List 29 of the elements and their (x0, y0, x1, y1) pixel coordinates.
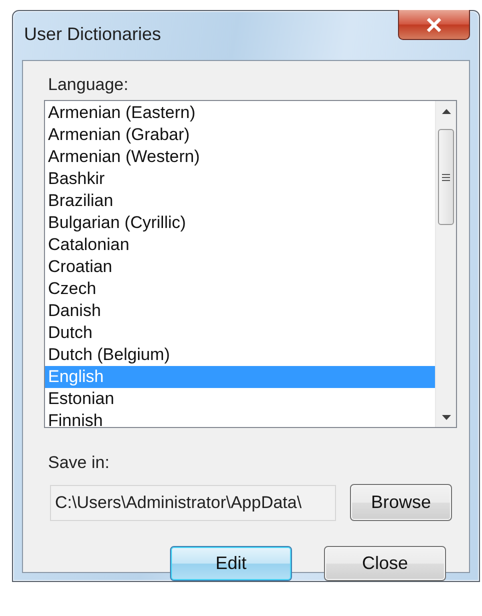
scrollbar[interactable] (435, 101, 456, 427)
browse-button[interactable]: Browse (350, 484, 452, 521)
grip-icon (442, 174, 450, 180)
language-item[interactable]: Finnish (45, 410, 435, 427)
dialog-button[interactable]: Edit (170, 546, 292, 581)
language-label: Language: (48, 75, 130, 96)
language-list[interactable]: Armenian (Eastern) Armenian (Grabar) Armenian (Western) Bashkir Brazilian Bulgarian (Cyrillic) Catalonian Croatian Czech Danish Dutch Dutch (Belgium) English Estonian Finnish (44, 100, 457, 428)
language-item[interactable]: Dutch (45, 322, 435, 344)
language-item[interactable]: Estonian (45, 388, 435, 410)
language-item[interactable]: Armenian (Grabar) (45, 124, 435, 146)
dialog-button[interactable]: Close (324, 546, 446, 581)
language-item[interactable]: Brazilian (45, 190, 435, 212)
path-field[interactable]: C:\Users\Administrator\AppData\ (50, 484, 336, 520)
language-item[interactable]: Bashkir (45, 168, 435, 190)
language-item[interactable]: Armenian (Eastern) (45, 102, 435, 124)
language-item[interactable]: Dutch (Belgium) (45, 344, 435, 366)
save-in-label: Save in: (48, 453, 110, 474)
language-item[interactable]: Croatian (45, 256, 435, 278)
close-icon (426, 18, 442, 32)
close-window-button[interactable] (398, 10, 470, 40)
language-item[interactable]: Danish (45, 300, 435, 322)
scroll-down-icon[interactable] (442, 414, 450, 420)
scroll-up-icon[interactable] (442, 108, 450, 114)
language-item[interactable]: Armenian (Western) (45, 146, 435, 168)
language-item[interactable]: Catalonian (45, 234, 435, 256)
language-item[interactable]: Bulgarian (Cyrillic) (45, 212, 435, 234)
language-item[interactable]: Czech (45, 278, 435, 300)
window-title: User Dictionaries (24, 24, 162, 45)
scroll-thumb[interactable] (438, 129, 454, 225)
